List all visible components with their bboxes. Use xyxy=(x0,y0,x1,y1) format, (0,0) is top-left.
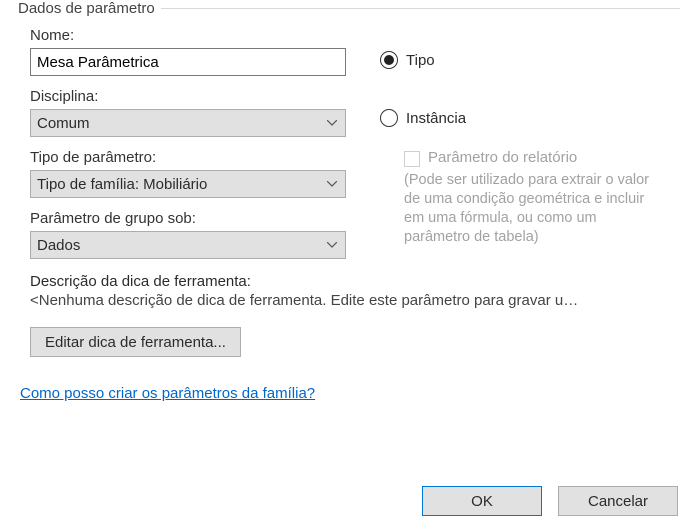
ok-button[interactable]: OK xyxy=(422,486,542,516)
radio-icon xyxy=(380,51,398,69)
help-link[interactable]: Como posso criar os parâmetros da famíli… xyxy=(20,385,315,402)
right-column: Tipo Instância Parâmetro do relatório (P… xyxy=(350,23,680,246)
parameter-data-group: Dados de parâmetro Nome: Disciplina: Com… xyxy=(20,0,680,363)
ok-label: OK xyxy=(471,493,493,510)
group-under-combo[interactable]: Dados xyxy=(30,231,346,259)
main-row: Nome: Disciplina: Comum Tipo de parâmetr… xyxy=(20,23,680,259)
param-type-label: Tipo de parâmetro: xyxy=(30,149,350,166)
report-param-hint: (Pode ser utilizado para extrair o valor… xyxy=(404,171,649,246)
group-under-value: Dados xyxy=(37,237,80,254)
name-input[interactable] xyxy=(30,48,346,76)
report-param-label: Parâmetro do relatório xyxy=(428,149,577,166)
param-type-combo[interactable]: Tipo de família: Mobiliário xyxy=(30,170,346,198)
type-radio-label: Tipo xyxy=(406,52,435,69)
radio-icon xyxy=(380,109,398,127)
tooltip-desc-label: Descrição da dica de ferramenta: xyxy=(30,273,680,290)
group-under-label: Parâmetro de grupo sob: xyxy=(30,210,350,227)
chevron-down-icon xyxy=(327,181,337,187)
left-column: Nome: Disciplina: Comum Tipo de parâmetr… xyxy=(20,23,350,259)
group-legend: Dados de parâmetro xyxy=(18,0,161,17)
param-type-value: Tipo de família: Mobiliário xyxy=(37,176,207,193)
cancel-label: Cancelar xyxy=(588,493,648,510)
chevron-down-icon xyxy=(327,242,337,248)
discipline-label: Disciplina: xyxy=(30,88,350,105)
checkbox-icon xyxy=(404,151,420,167)
discipline-value: Comum xyxy=(37,115,90,132)
help-link-text: Como posso criar os parâmetros da famíli… xyxy=(20,385,315,402)
instance-radio-label: Instância xyxy=(406,110,466,127)
chevron-down-icon xyxy=(327,120,337,126)
edit-tooltip-button[interactable]: Editar dica de ferramenta... xyxy=(30,327,241,357)
instance-radio[interactable]: Instância xyxy=(380,109,680,127)
discipline-combo[interactable]: Comum xyxy=(30,109,346,137)
cancel-button[interactable]: Cancelar xyxy=(558,486,678,516)
edit-tooltip-label: Editar dica de ferramenta... xyxy=(45,334,226,351)
name-label: Nome: xyxy=(30,27,350,44)
dialog-footer: OK Cancelar xyxy=(422,486,678,516)
report-param-checkbox: Parâmetro do relatório xyxy=(404,149,680,167)
type-radio[interactable]: Tipo xyxy=(380,51,680,69)
parameter-properties-dialog: Dados de parâmetro Nome: Disciplina: Com… xyxy=(0,0,700,530)
tooltip-desc-value: <Nenhuma descrição de dica de ferramenta… xyxy=(30,292,680,309)
